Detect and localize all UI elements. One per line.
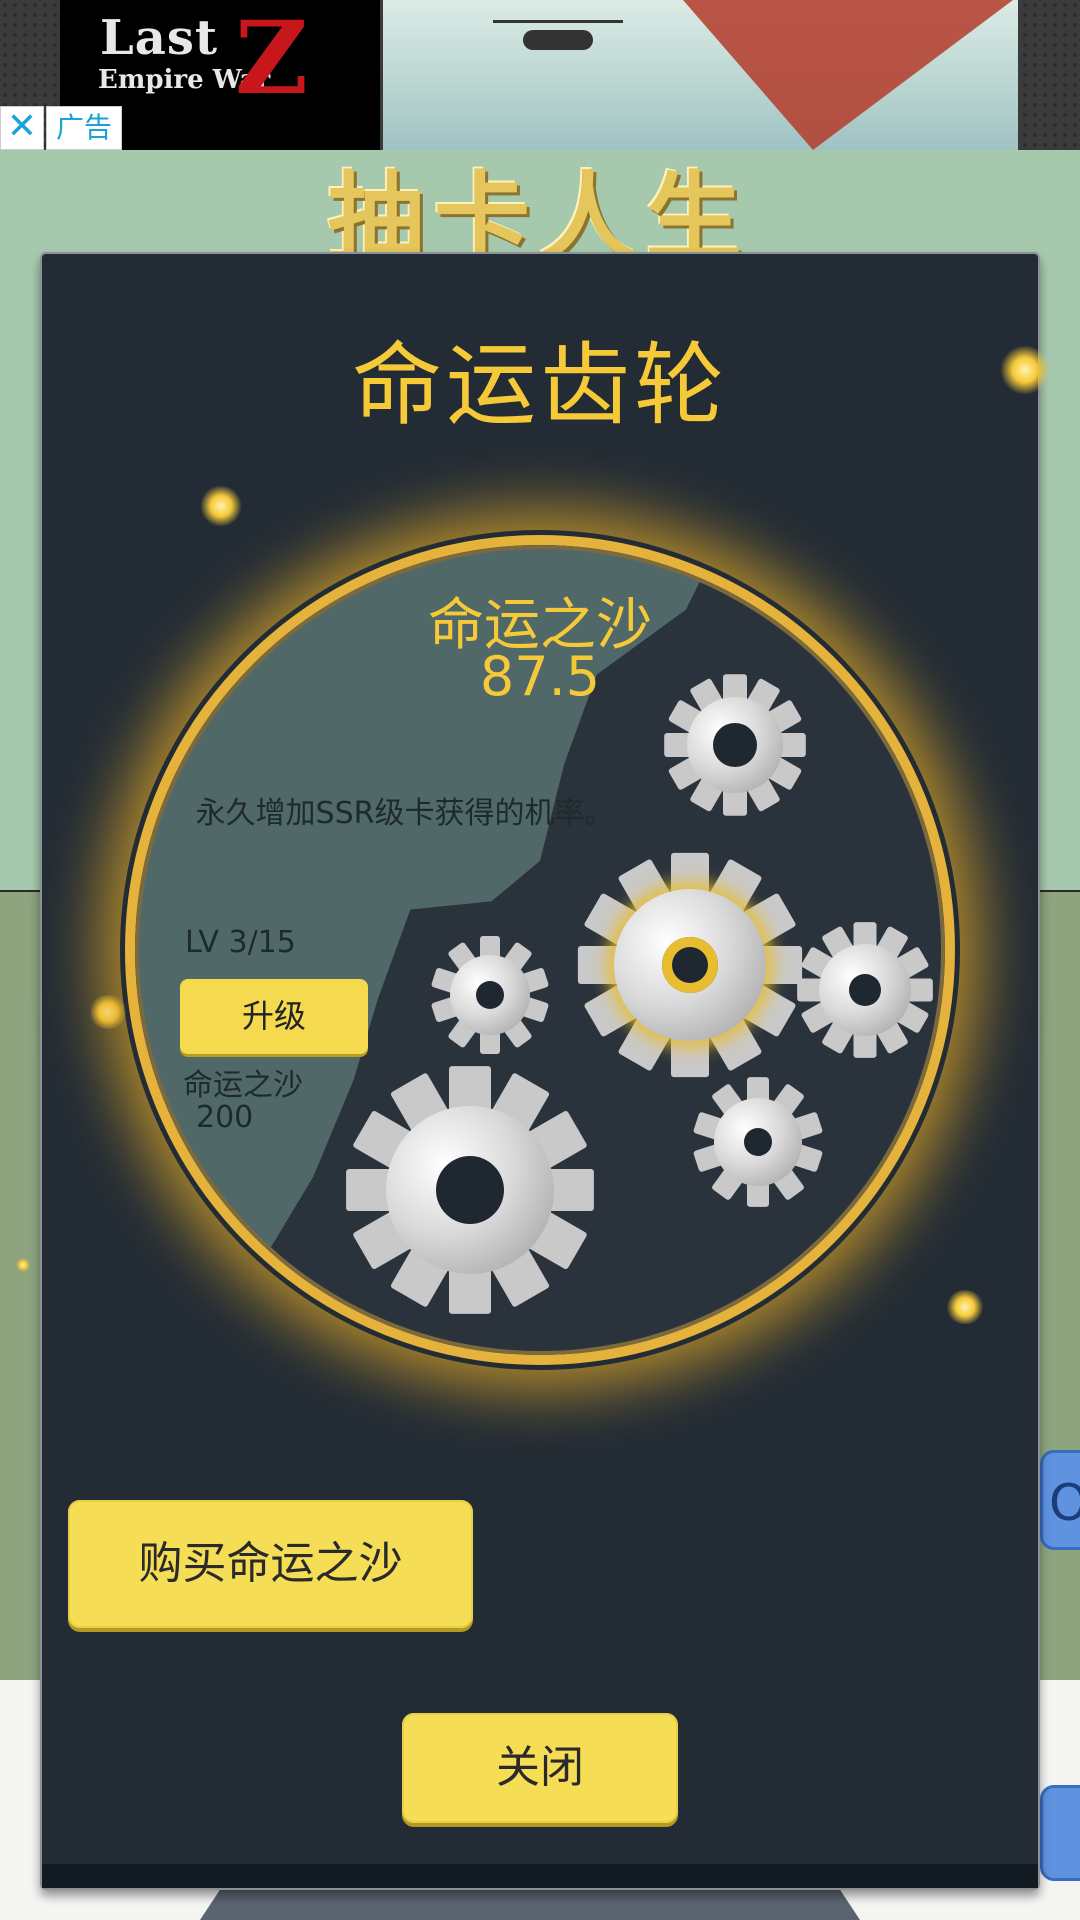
ad-image [383,0,1018,150]
background-side-button-2 [1040,1785,1080,1881]
ad-close-icon[interactable]: ✕ [0,106,44,150]
gear-icon [346,1066,594,1314]
ad-banner[interactable]: Last Empire War Z ✕ 广告 [0,0,1080,150]
gear-hole [849,974,881,1006]
sparkle [200,485,242,527]
gear-hole [744,1128,772,1156]
close-button[interactable]: 关闭 [402,1713,678,1823]
upgrade-cost-label: 命运之沙 [183,1068,303,1103]
buy-fate-sand-button[interactable]: 购买命运之沙 [68,1500,473,1628]
ad-label: 广告 [46,106,122,150]
upgrade-cost-value: 200 [196,1100,254,1135]
gear-hole [713,723,757,767]
ad-helicopter-rotor [493,20,623,23]
gear-hole [436,1156,504,1224]
ad-logo-text: Last [100,10,219,66]
modal-footer [42,1864,1038,1888]
fate-sand-value: 87.5 [479,645,601,708]
background-side-button: O [1040,1450,1080,1550]
upgrade-button[interactable]: 升级 [180,979,368,1054]
upgrade-description: 永久增加SSR级卡获得的机率。 [195,796,615,831]
modal-title: 命运齿轮 [352,333,728,438]
gear-icon [692,1077,824,1207]
sparkle [945,1290,985,1324]
ad-helicopter [523,30,593,50]
ad-logo-z: Z [235,0,308,117]
level-indicator: LV 3/15 [185,925,296,960]
gear-hole [662,937,718,993]
gear-hole [476,981,504,1009]
sparkle [16,1258,30,1272]
gear-icon [430,936,550,1054]
ad-tower-graphic [683,0,1013,150]
sparkle [1000,345,1050,395]
gear-icon [577,852,803,1078]
gear-icon [797,922,933,1058]
